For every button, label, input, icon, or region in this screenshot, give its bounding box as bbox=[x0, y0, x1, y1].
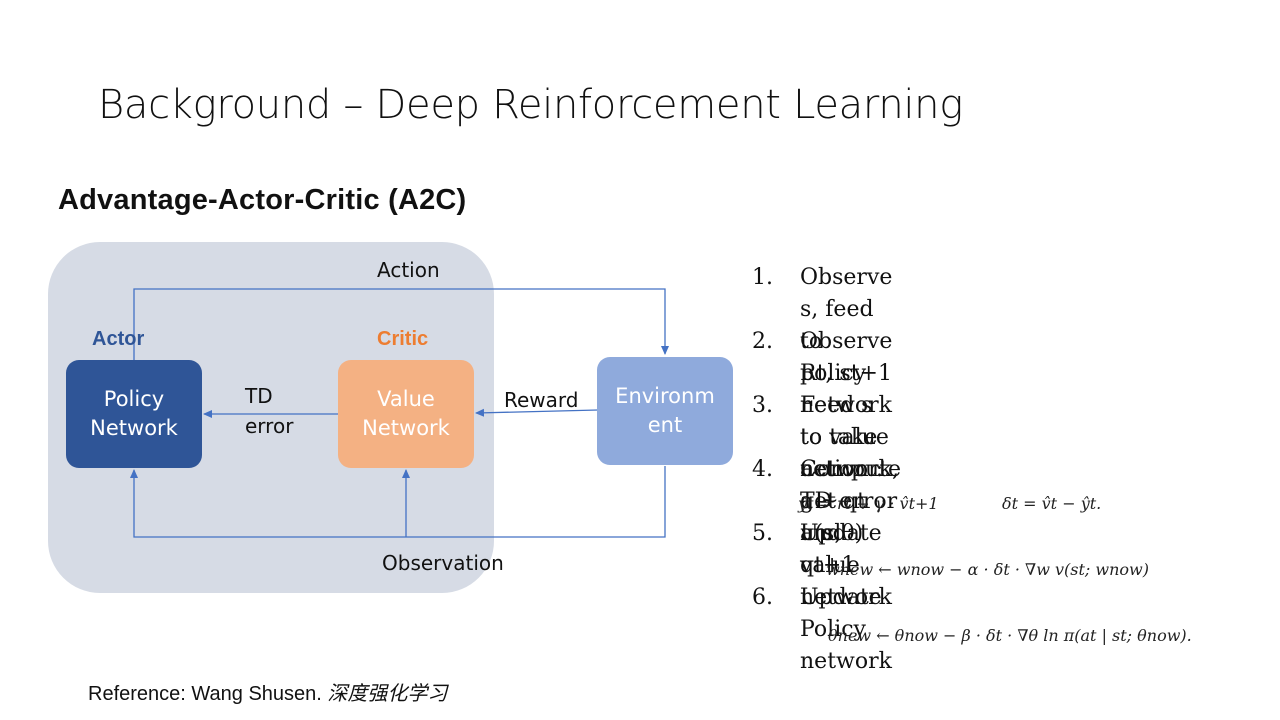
step-number: 3. bbox=[752, 393, 773, 418]
policy-update-formula: θnew ← θnow − β · δt · ∇θ ln π(at | st; … bbox=[828, 626, 1192, 645]
observation-label: Observation bbox=[382, 551, 504, 575]
td-target-formula: ŷt = rt + γ · v̂t+1 bbox=[798, 494, 939, 513]
reward-label: Reward bbox=[504, 388, 579, 412]
reference-prefix: Reference: Wang Shusen. bbox=[88, 683, 328, 705]
value-update-formula: wnew ← wnow − α · δt · ∇w v(st; wnow) bbox=[826, 560, 1149, 579]
actor-role-label: Actor bbox=[92, 328, 145, 350]
step-number: 5. bbox=[752, 521, 773, 546]
a2c-diagram: Actor Critic Policy Network Value Networ… bbox=[0, 0, 760, 620]
step-number: 6. bbox=[752, 585, 773, 610]
environment-label: Environm ent bbox=[615, 384, 715, 437]
step-text: Observe Rt, st+1 bbox=[800, 329, 893, 386]
step-number: 4. bbox=[752, 457, 773, 482]
step-number: 1. bbox=[752, 265, 773, 290]
reference-note: Reference: Wang Shusen. 深度强化学习 bbox=[88, 677, 447, 706]
action-label: Action bbox=[377, 258, 440, 282]
step-number: 2. bbox=[752, 329, 773, 354]
critic-role-label: Critic bbox=[377, 328, 429, 350]
td-error-label: TD error bbox=[245, 384, 294, 438]
diagram-canvas bbox=[48, 242, 733, 593]
reference-work: 深度强化学习 bbox=[327, 683, 448, 705]
td-delta-formula: δt = v̂t − ŷt. bbox=[1002, 494, 1102, 513]
value-network-label: Value Network bbox=[362, 387, 450, 440]
policy-network-label: Policy Network bbox=[90, 387, 178, 440]
